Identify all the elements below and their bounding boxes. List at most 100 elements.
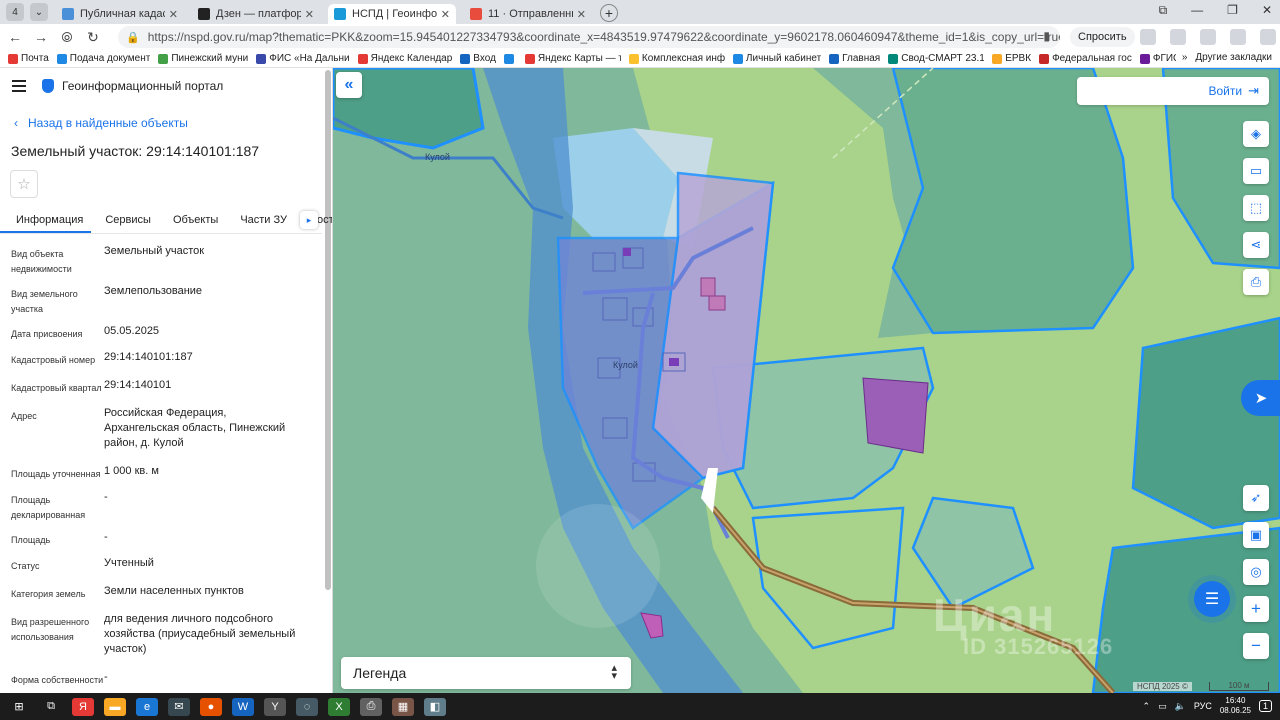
task-view-icon[interactable]: ⧉ bbox=[40, 698, 62, 716]
zoom-out-button[interactable]: − bbox=[1243, 633, 1269, 659]
tabs-scroll-right-icon[interactable]: ▸ bbox=[300, 211, 318, 229]
maximize-icon[interactable]: ❐ bbox=[1227, 3, 1238, 18]
pip-button[interactable]: ▣ bbox=[1243, 522, 1269, 548]
notifications-icon[interactable]: 1 bbox=[1258, 700, 1272, 712]
bookmark-label: Яндекс Календар bbox=[370, 53, 453, 64]
volume-icon[interactable]: 🔈 bbox=[1175, 701, 1186, 712]
explorer-icon[interactable]: ▬ bbox=[104, 697, 126, 716]
collapse-panel-button[interactable]: « bbox=[336, 72, 362, 98]
bookmark-item[interactable]: Вход bbox=[460, 53, 496, 64]
bookmark-item[interactable]: Яндекс Карты — т bbox=[524, 53, 621, 64]
panel-tab[interactable]: Части ЗУ bbox=[226, 208, 295, 233]
menu-icon[interactable] bbox=[12, 80, 26, 92]
property-row: Статус Учтенный bbox=[0, 556, 320, 584]
menu-dots-icon[interactable] bbox=[1140, 29, 1156, 45]
printer-app-icon[interactable]: ⎙ bbox=[360, 697, 382, 716]
language-indicator[interactable]: РУС bbox=[1194, 701, 1212, 711]
bookmark-item[interactable]: Федеральная гос bbox=[1039, 53, 1132, 64]
firefox-icon[interactable]: ● bbox=[200, 697, 222, 716]
bookmark-item[interactable]: Комплексная инф bbox=[628, 53, 725, 64]
select-area-button[interactable]: ⬚ bbox=[1243, 195, 1269, 221]
favorite-star-button[interactable]: ☆ bbox=[10, 170, 38, 198]
protect-icon[interactable]: ⦾ bbox=[56, 29, 78, 46]
back-icon[interactable]: ← bbox=[4, 29, 26, 45]
new-tab-button[interactable]: + bbox=[600, 4, 618, 22]
tray-chevron-icon[interactable]: ⌃ bbox=[1143, 701, 1151, 712]
word-icon[interactable]: W bbox=[232, 697, 254, 716]
app-icon[interactable]: ◧ bbox=[424, 697, 446, 716]
bookmark-item[interactable]: Личный кабинет bbox=[732, 53, 821, 64]
locate-button[interactable]: ➶ bbox=[1243, 485, 1269, 511]
bookmark-label: Подача документ bbox=[69, 53, 151, 64]
browser-tab[interactable]: Дзен — платформа для п ✕ bbox=[192, 4, 320, 24]
print-button[interactable]: ⎙ bbox=[1243, 269, 1269, 295]
chat-button[interactable]: ☰ bbox=[1194, 581, 1230, 617]
url-text: https://nspd.gov.ru/map?thematic=PKK&zoo… bbox=[147, 30, 1060, 44]
ask-button[interactable]: Спросить bbox=[1070, 27, 1135, 47]
clock[interactable]: 16:40 08.06.25 bbox=[1220, 696, 1251, 716]
bookmark-item[interactable]: Почта bbox=[8, 53, 49, 64]
bookmark-star-icon[interactable]: ▮ bbox=[1043, 29, 1050, 43]
assistant-button[interactable]: ➤ bbox=[1241, 380, 1280, 416]
property-value: 1 000 кв. м bbox=[104, 465, 159, 477]
bookmark-item[interactable]: ФИС «На Дальни bbox=[256, 53, 350, 64]
zoom-in-button[interactable]: + bbox=[1243, 596, 1269, 622]
share-button[interactable]: ⋖ bbox=[1243, 232, 1269, 258]
pin-icon[interactable]: ⧉ bbox=[1159, 3, 1168, 18]
bookmark-item[interactable] bbox=[503, 53, 517, 64]
bookmark-item[interactable]: Пинежский муни bbox=[158, 53, 248, 64]
extension-icon[interactable] bbox=[1170, 29, 1186, 45]
bookmark-label: ЕРВК bbox=[1005, 53, 1032, 64]
login-button[interactable]: Войти ⇥ bbox=[1077, 77, 1269, 105]
download-icon[interactable] bbox=[1260, 29, 1276, 45]
other-bookmarks[interactable]: Другие закладки bbox=[1195, 52, 1272, 63]
app-icon[interactable]: ▦ bbox=[392, 697, 414, 716]
map-view[interactable]: Кулой Кулой Циан ID 315265126 « Войти ⇥ … bbox=[333, 68, 1280, 693]
tab-close-icon[interactable]: ✕ bbox=[441, 8, 450, 21]
extension-icon[interactable] bbox=[1230, 29, 1246, 45]
panel-tab[interactable]: Информация bbox=[0, 208, 92, 233]
mail-icon[interactable]: ✉ bbox=[168, 697, 190, 716]
reload-icon[interactable]: ↻ bbox=[82, 29, 104, 46]
tab-actions-button[interactable]: 4 bbox=[6, 3, 24, 21]
layers-button[interactable]: ◈ bbox=[1243, 121, 1269, 147]
panel-tab[interactable]: Объекты bbox=[159, 208, 226, 233]
bookmark-item[interactable]: Главная bbox=[829, 53, 880, 64]
tab-close-icon[interactable]: ✕ bbox=[305, 8, 314, 21]
back-to-results-link[interactable]: ‹ Назад в найденные объекты bbox=[14, 116, 188, 130]
tab-close-icon[interactable]: ✕ bbox=[577, 8, 586, 21]
panel-scrollbar[interactable] bbox=[325, 70, 331, 590]
windows-start-icon[interactable]: ⊞ bbox=[8, 698, 30, 716]
bookmark-item[interactable]: Свод-СМАРТ 23.1 bbox=[888, 53, 984, 64]
extension-icon[interactable] bbox=[1200, 29, 1216, 45]
browser-tab[interactable]: НСПД | Геоинформаци ✕ bbox=[328, 4, 456, 24]
bookmarks-overflow-icon[interactable]: » bbox=[1182, 52, 1188, 63]
map-canvas[interactable] bbox=[333, 68, 1280, 693]
ruler-button[interactable]: ▭ bbox=[1243, 158, 1269, 184]
panel-tabs: ИнформацияСервисыОбъектыЧасти ЗУСоста ▸ bbox=[0, 208, 332, 234]
app-icon[interactable]: ◌ bbox=[296, 697, 318, 716]
property-row: Кадастровый квартал 29:14:140101 bbox=[0, 378, 320, 406]
browser-tab[interactable]: Публичная кадастровая ✕ bbox=[56, 4, 184, 24]
tab-close-icon[interactable]: ✕ bbox=[169, 8, 178, 21]
forward-icon[interactable]: → bbox=[30, 29, 52, 45]
bookmark-item[interactable]: Яндекс Календар bbox=[357, 53, 453, 64]
url-input[interactable]: 🔒 https://nspd.gov.ru/map?thematic=PKK&z… bbox=[118, 26, 1060, 48]
bookmark-item[interactable]: Подача документ bbox=[56, 53, 151, 64]
yandex-browser-icon[interactable]: Y bbox=[264, 697, 286, 716]
edge-icon[interactable]: e bbox=[136, 697, 158, 716]
tab-list-chevron-icon[interactable]: ⌄ bbox=[30, 3, 48, 21]
minimize-icon[interactable]: — bbox=[1191, 3, 1203, 18]
panel-tab[interactable]: Сервисы bbox=[91, 208, 159, 233]
yandex-icon[interactable]: Я bbox=[72, 697, 94, 716]
login-label: Войти bbox=[1208, 84, 1243, 98]
excel-icon[interactable]: X bbox=[328, 697, 350, 716]
network-icon[interactable]: ▭ bbox=[1158, 701, 1167, 712]
geo-button[interactable]: ◎ bbox=[1243, 559, 1269, 585]
browser-tab[interactable]: 11 · Отправленные — Янд ✕ bbox=[464, 4, 592, 24]
close-icon[interactable]: ✕ bbox=[1262, 3, 1272, 18]
property-key: Площадь bbox=[11, 535, 51, 545]
property-value: - bbox=[104, 531, 108, 543]
bookmark-item[interactable]: ЕРВК bbox=[992, 53, 1031, 64]
legend-select[interactable]: Легенда ▴ ▾ bbox=[341, 657, 631, 689]
